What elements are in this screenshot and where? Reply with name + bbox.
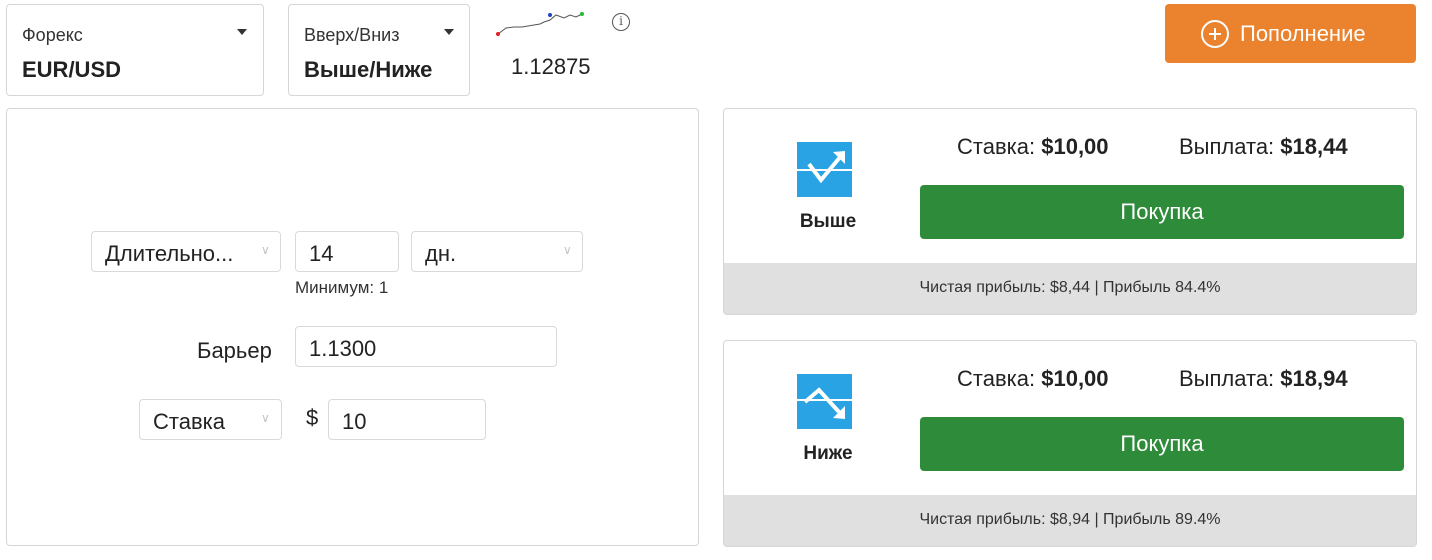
duration-input-value: 14 <box>309 241 334 266</box>
trade-type-category-label: Вверх/Вниз <box>304 25 400 45</box>
barrier-input[interactable]: 1.1300 <box>295 326 557 367</box>
market-category-label: Форекс <box>22 25 83 45</box>
stake-amount: $10,00 <box>1041 366 1109 391</box>
duration-unit-select[interactable]: дн. ∨ <box>411 231 583 272</box>
dropdown-caret-icon <box>444 29 454 35</box>
stake-type-select[interactable]: Ставка ∨ <box>139 399 282 440</box>
stake-amount: $10,00 <box>1041 134 1109 159</box>
trade-type-value: Выше/Ниже <box>304 57 433 82</box>
payout-info: Выплата: $18,44 <box>1179 134 1348 160</box>
barrier-input-value: 1.1300 <box>309 336 377 361</box>
contract-lower-card: Ниже Ставка: $10,00 Выплата: $18,94 Поку… <box>723 340 1417 547</box>
market-symbol: EUR/USD <box>22 57 122 82</box>
info-icon[interactable]: i <box>612 13 630 31</box>
plus-circle-icon <box>1201 20 1229 48</box>
duration-type-select[interactable]: Длительно... ∨ <box>91 231 281 272</box>
payout-amount: $18,94 <box>1280 366 1348 391</box>
stake-info: Ставка: $10,00 <box>957 134 1109 160</box>
trade-parameters-panel: Длительно... ∨ 14 дн. ∨ Минимум: 1 Барье… <box>6 108 699 546</box>
duration-minimum-note: Минимум: 1 <box>295 278 389 297</box>
stake-label: Ставка: <box>957 366 1036 391</box>
buy-higher-button[interactable]: Покупка <box>920 185 1404 239</box>
duration-input[interactable]: 14 <box>295 231 399 272</box>
stake-info: Ставка: $10,00 <box>957 366 1109 392</box>
chevron-down-icon: ∨ <box>261 411 270 425</box>
payout-amount: $18,44 <box>1280 134 1348 159</box>
duration-type-value: Длительно... <box>105 241 234 266</box>
contract-name: Ниже <box>803 443 853 464</box>
contract-higher-card: Выше Ставка: $10,00 Выплата: $18,44 Поку… <box>723 108 1417 315</box>
stake-type-value: Ставка <box>153 409 225 434</box>
stake-amount-input[interactable]: 10 <box>328 399 486 440</box>
price-sparkline <box>496 12 584 36</box>
spot-price: 1.12875 <box>511 54 591 79</box>
deposit-button-label: Пополнение <box>1240 21 1366 46</box>
stake-amount-value: 10 <box>342 409 367 434</box>
stake-label: Ставка: <box>957 134 1036 159</box>
payout-label: Выплата: <box>1179 134 1275 159</box>
higher-arrow-icon <box>797 142 852 197</box>
payout-info: Выплата: $18,94 <box>1179 366 1348 392</box>
currency-symbol: $ <box>306 405 319 430</box>
barrier-label: Барьер <box>197 338 272 363</box>
deposit-button[interactable]: Пополнение <box>1165 4 1416 63</box>
contract-name: Выше <box>799 211 857 232</box>
profit-summary: Чистая прибыль: $8,94 | Прибыль 89.4% <box>724 495 1416 546</box>
market-selector[interactable]: Форекс EUR/USD <box>6 4 264 96</box>
duration-unit-value: дн. <box>425 241 457 266</box>
buy-lower-button[interactable]: Покупка <box>920 417 1404 471</box>
profit-summary: Чистая прибыль: $8,44 | Прибыль 84.4% <box>724 263 1416 314</box>
payout-label: Выплата: <box>1179 366 1275 391</box>
trade-type-selector[interactable]: Вверх/Вниз Выше/Ниже <box>288 4 470 96</box>
dropdown-caret-icon <box>237 29 247 35</box>
lower-arrow-icon <box>797 374 852 429</box>
chevron-down-icon: ∨ <box>261 243 270 257</box>
chevron-down-icon: ∨ <box>563 243 572 257</box>
